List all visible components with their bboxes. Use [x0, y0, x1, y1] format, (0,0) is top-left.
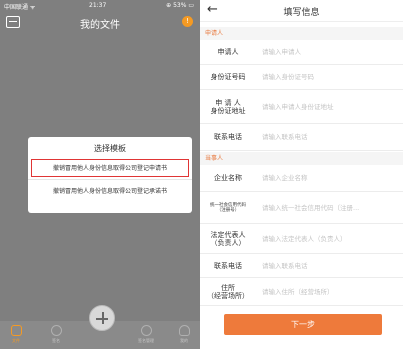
divider: [28, 179, 192, 180]
field-credit-code: 统一社会信用代码 （注册号）: [200, 192, 403, 224]
field-label: 联系电话: [214, 261, 242, 270]
file-icon: [10, 325, 22, 336]
user-icon: [178, 325, 190, 336]
field-id-address: 申 请 人 身份证地址: [200, 90, 403, 124]
field-label: 联系电话: [214, 133, 242, 141]
field-applicant: 申请人: [200, 40, 403, 65]
page-title: 我的文件: [80, 20, 120, 31]
field-legal-rep: 法定代表人 （负责人）: [200, 224, 403, 254]
left-phone-screen: 中国联通 ᯤ 21:37 ⊕ 53% ▭ 我的文件 ! 选择模板 撤销冒用他人身…: [0, 0, 200, 349]
field-label: 企业名称: [214, 174, 242, 182]
clock: 21:37: [89, 2, 107, 9]
residence-input[interactable]: [262, 278, 400, 305]
battery-indicator: ⊕ 53% ▭: [166, 2, 194, 9]
field-label: 住所 （经营场所）: [207, 283, 249, 300]
sign-icon: [50, 325, 62, 336]
tab-label: 签名管理: [138, 338, 154, 343]
tab-files[interactable]: 文件: [4, 325, 28, 344]
party-phone-input[interactable]: [262, 254, 400, 277]
status-bar: 中国联通 ᯤ 21:37 ⊕ 53% ▭: [0, 0, 200, 12]
template-option-commitment[interactable]: 撤销冒用他人身份信息取得公司登记承诺书: [31, 183, 189, 201]
template-picker-dialog: 选择模板 撤销冒用他人身份信息取得公司登记申请书 撤销冒用他人身份信息取得公司登…: [28, 137, 192, 213]
tab-label: 我的: [180, 338, 188, 343]
carrier-label: 中国联通 ᯤ: [4, 4, 36, 11]
field-label: 法定代表人 （负责人）: [210, 230, 246, 247]
tab-mine[interactable]: 我的: [172, 325, 196, 344]
my-files-header: 我的文件 !: [0, 12, 200, 34]
id-address-input[interactable]: [262, 90, 400, 123]
alert-badge-icon[interactable]: !: [182, 16, 193, 27]
next-step-button[interactable]: 下一步: [224, 314, 382, 335]
field-label: 申请人: [217, 48, 239, 56]
field-label: 申 请 人 身份证地址: [210, 98, 246, 115]
field-label: 统一社会信用代码 （注册号）: [210, 202, 246, 213]
applicant-input[interactable]: [262, 40, 400, 64]
tab-label: 文件: [12, 338, 20, 343]
form-header: ← 填写信息: [200, 0, 403, 22]
field-party-phone: 联系电话: [200, 254, 403, 278]
credit-code-input[interactable]: [262, 192, 400, 223]
tab-signature-manage[interactable]: 签名管理: [134, 325, 158, 344]
dialog-title: 选择模板: [94, 144, 126, 153]
applicant-phone-input[interactable]: [262, 124, 400, 150]
fill-info-screen: ← 填写信息 申请人 申请人 身份证号码 申 请 人 身份证地址 联系电话 当事…: [200, 0, 403, 349]
field-applicant-phone: 联系电话: [200, 124, 403, 151]
form-title: 填写信息: [283, 8, 320, 18]
field-company-name: 企业名称: [200, 165, 403, 192]
field-residence: 住所 （经营场所）: [200, 278, 403, 306]
field-id-number: 身份证号码: [200, 65, 403, 90]
add-plus-icon[interactable]: [89, 305, 115, 331]
company-name-input[interactable]: [262, 165, 400, 191]
manage-icon: [140, 325, 152, 336]
section-party: 当事人: [200, 152, 403, 165]
section-applicant: 申请人: [200, 27, 403, 40]
tab-sign[interactable]: 签名: [44, 325, 68, 344]
legal-rep-input[interactable]: [262, 224, 400, 253]
field-label: 身份证号码: [210, 73, 246, 81]
template-option-application[interactable]: 撤销冒用他人身份信息取得公司登记申请书: [31, 159, 189, 177]
id-number-input[interactable]: [262, 65, 400, 89]
tab-label: 签名: [52, 338, 60, 343]
